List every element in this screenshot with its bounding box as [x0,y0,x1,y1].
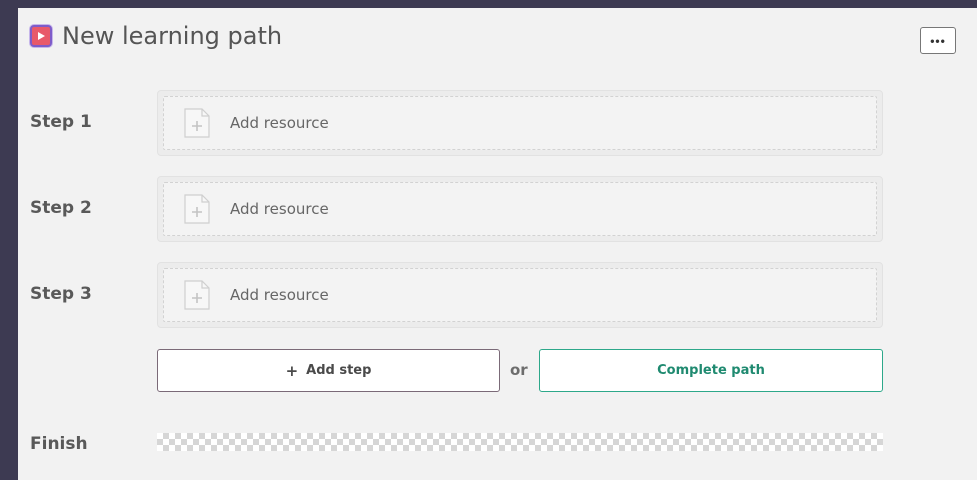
complete-path-button[interactable]: Complete path [539,349,883,392]
or-separator: or [510,361,528,379]
add-document-icon [184,108,210,138]
learning-path-panel: New learning path ••• Step 1 Add resourc… [18,8,977,480]
add-resource-label: Add resource [230,286,329,304]
finish-label: Finish [30,434,88,454]
add-step-button[interactable]: + Add step [157,349,500,392]
add-resource-dropzone: Add resource [163,268,877,322]
finish-checkered-bar [157,433,883,451]
add-resource-dropzone: Add resource [163,182,877,236]
step-label-1: Step 1 [30,112,92,132]
add-resource-label: Add resource [230,114,329,132]
add-step-label: Add step [306,363,372,378]
add-resource-dropzone: Add resource [163,96,877,150]
add-document-icon [184,194,210,224]
step-1-resource-slot[interactable]: Add resource [157,90,883,156]
play-icon [30,25,52,47]
step-3-resource-slot[interactable]: Add resource [157,262,883,328]
complete-path-label: Complete path [657,363,765,378]
ellipsis-icon: ••• [930,33,946,48]
plus-icon: + [285,361,299,380]
more-options-button[interactable]: ••• [920,27,956,54]
page-title: New learning path [62,22,283,50]
step-label-2: Step 2 [30,198,92,218]
step-label-3: Step 3 [30,284,92,304]
header: New learning path [30,22,282,50]
add-resource-label: Add resource [230,200,329,218]
add-document-icon [184,280,210,310]
step-2-resource-slot[interactable]: Add resource [157,176,883,242]
